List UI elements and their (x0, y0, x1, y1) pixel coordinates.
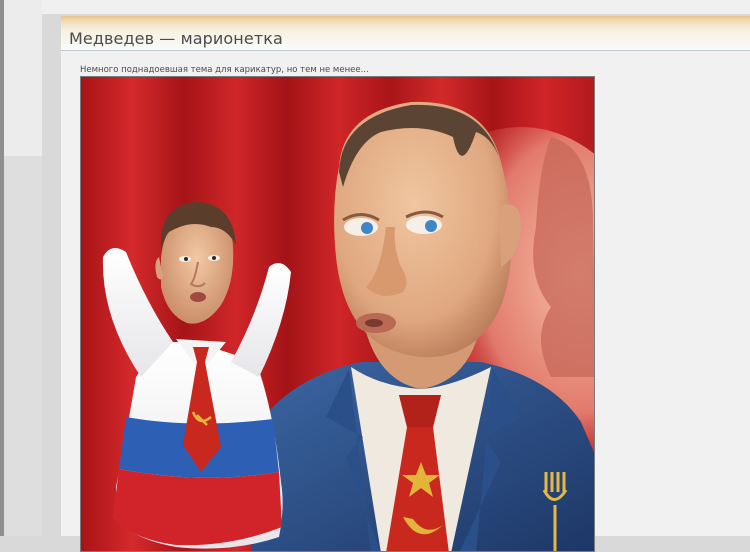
blog-post: Медведев — марионетка Немного поднадоевш… (60, 16, 750, 552)
caricature-illustration (81, 77, 594, 551)
post-image[interactable] (80, 76, 595, 552)
top-strip (42, 0, 750, 15)
left-sidebar (0, 0, 42, 536)
left-sidebar-panel (0, 0, 42, 156)
post-header: Медведев — марионетка (61, 16, 750, 51)
post-title[interactable]: Медведев — марионетка (69, 29, 283, 48)
post-intro-text: Немного поднадоевшая тема для карикатур,… (80, 65, 369, 75)
left-sidebar-border (0, 0, 4, 536)
